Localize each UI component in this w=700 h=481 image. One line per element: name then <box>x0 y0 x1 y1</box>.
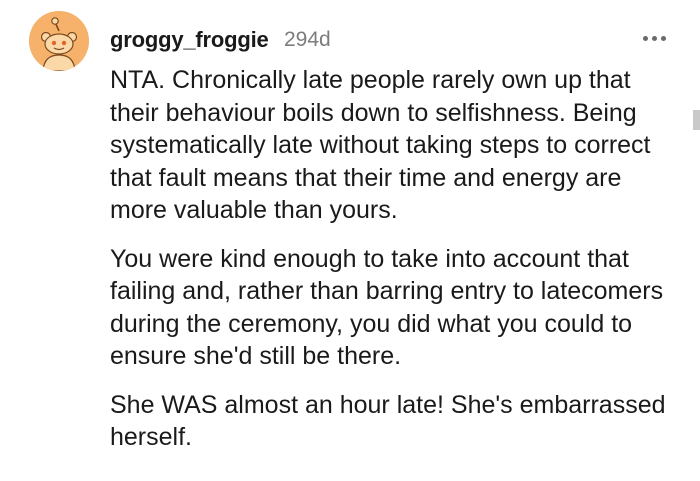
more-horizontal-icon <box>642 35 648 41</box>
comment-paragraph: NTA. Chronically late people rarely own … <box>110 66 651 224</box>
reddit-snoo-avatar-icon <box>29 11 89 71</box>
comment-paragraph: You were kind enough to take into accoun… <box>110 244 664 371</box>
more-horizontal-icon-dot <box>660 35 666 41</box>
more-horizontal-icon-dot <box>651 35 657 41</box>
more-options-button[interactable] <box>636 26 672 50</box>
user-avatar[interactable] <box>29 11 89 71</box>
comment-body: NTA. Chronically late people rarely own … <box>110 64 682 470</box>
comment-username[interactable]: groggy_froggie <box>110 27 269 53</box>
comment-card: groggy_froggie 294d NTA. Chronically lat… <box>0 0 700 481</box>
scrollbar-thumb[interactable] <box>693 110 700 130</box>
comment-paragraph: She WAS almost an hour late! She's embar… <box>110 390 666 452</box>
comment-timestamp: 294d <box>284 28 331 51</box>
